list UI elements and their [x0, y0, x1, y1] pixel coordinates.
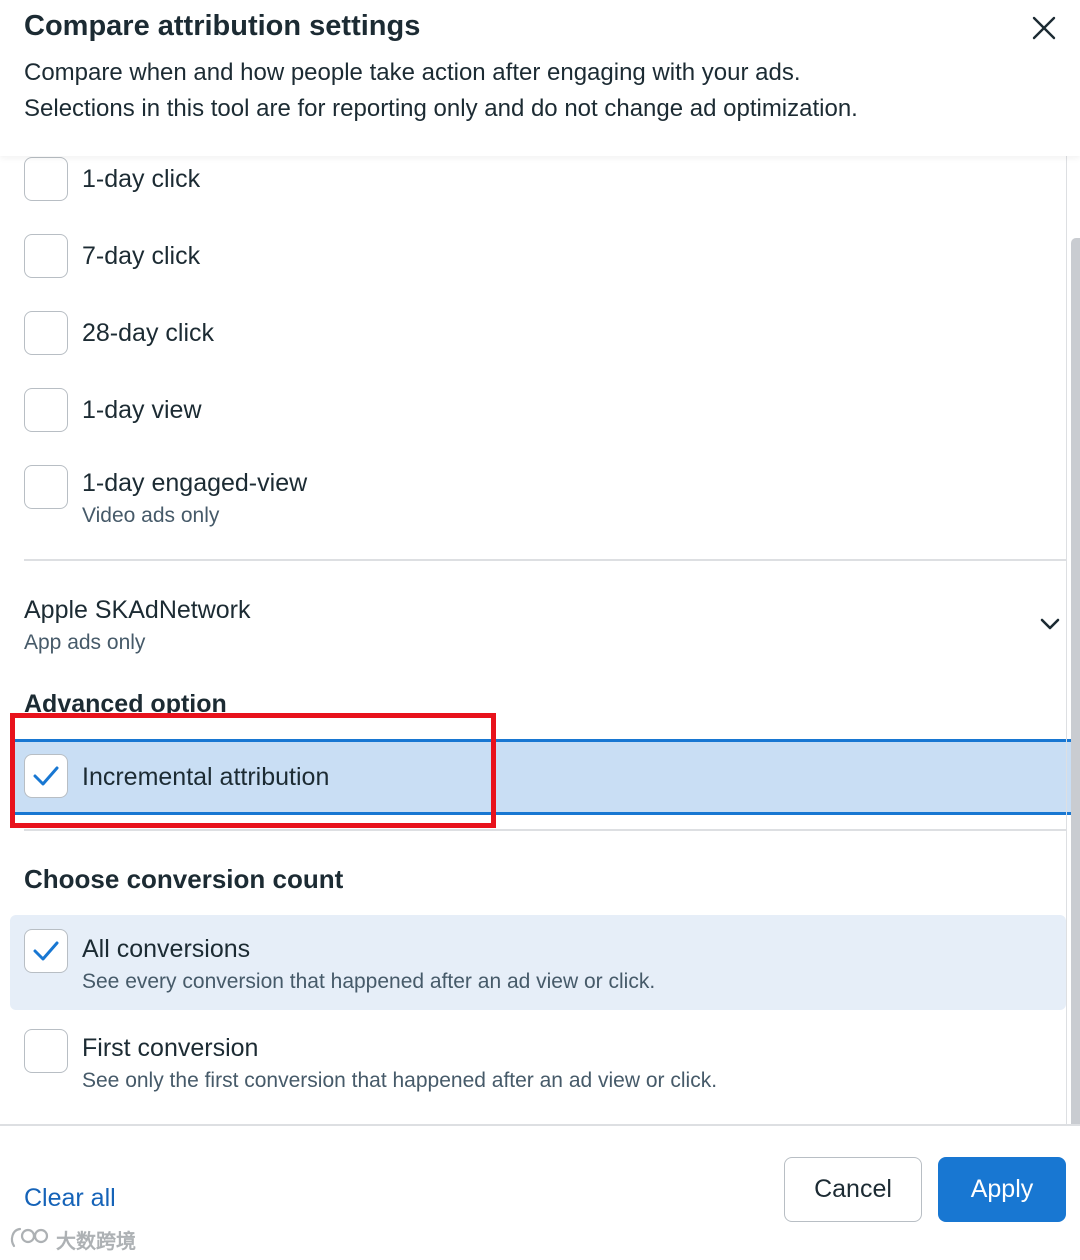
content-border [1066, 156, 1067, 1124]
checkbox-1-day-view[interactable] [24, 388, 68, 432]
option-1-day-view[interactable]: 1-day view [0, 386, 1066, 432]
option-label: 7-day click [82, 242, 201, 270]
clear-all-link[interactable]: Clear all [24, 1184, 116, 1213]
conversion-count-title: Choose conversion count [24, 864, 344, 894]
annotation-highlight-box [10, 713, 496, 828]
dialog-description-line2: Selections in this tool are for reportin… [24, 95, 858, 122]
option-7-day-click[interactable]: 7-day click [0, 232, 1066, 278]
close-button[interactable] [1026, 10, 1062, 46]
option-first-conversion[interactable]: First conversion See only the first conv… [10, 1020, 1066, 1115]
dialog-header: Compare attribution settings Compare whe… [0, 0, 1080, 156]
dialog-description-line1: Compare when and how people take action … [24, 59, 801, 86]
skadnetwork-subtitle: App ads only [24, 631, 146, 654]
skadnetwork-title[interactable]: Apple SKAdNetwork [24, 596, 251, 625]
close-icon [1032, 16, 1056, 40]
cancel-button[interactable]: Cancel [784, 1157, 922, 1222]
dialog-footer: Clear all Cancel Apply [0, 1124, 1080, 1260]
watermark-text: 大数跨境 [56, 1230, 136, 1253]
option-label: 1-day click [82, 165, 201, 193]
option-sublabel: See only the first conversion that happe… [82, 1069, 718, 1092]
option-label: 1-day view [82, 396, 202, 424]
option-sublabel: See every conversion that happened after… [82, 970, 656, 993]
option-label: 1-day engaged-view [82, 469, 308, 497]
checkbox-all-conversions[interactable] [24, 929, 68, 973]
section-divider [24, 829, 1066, 831]
watermark: 大数跨境 [8, 1222, 136, 1256]
scrollbar[interactable] [1071, 238, 1080, 1124]
checkbox-28-day-click[interactable] [24, 311, 68, 355]
option-label: First conversion [82, 1034, 259, 1062]
option-28-day-click[interactable]: 28-day click [0, 309, 1066, 355]
dialog-title: Compare attribution settings [24, 10, 421, 42]
checkmark-icon [33, 941, 59, 961]
checkbox-1-day-engaged-view[interactable] [24, 465, 68, 509]
checkbox-first-conversion[interactable] [24, 1029, 68, 1073]
settings-scroll-area[interactable]: 1-day click 7-day click 28-day click 1-d… [0, 156, 1080, 1124]
apply-button[interactable]: Apply [938, 1157, 1066, 1222]
option-label: 28-day click [82, 319, 214, 347]
option-1-day-click[interactable]: 1-day click [0, 156, 1066, 202]
checkbox-7-day-click[interactable] [24, 234, 68, 278]
option-label: All conversions [82, 935, 251, 963]
skadnetwork-expand-button[interactable] [1038, 612, 1062, 636]
option-1-day-engaged-view[interactable]: 1-day engaged-view Video ads only [0, 463, 1066, 535]
section-divider [24, 559, 1066, 561]
option-sublabel: Video ads only [82, 504, 220, 527]
checkbox-1-day-click[interactable] [24, 157, 68, 201]
watermark-logo-icon [10, 1227, 49, 1248]
chevron-down-icon [1040, 618, 1060, 630]
option-all-conversions[interactable]: All conversions See every conversion tha… [10, 915, 1066, 1010]
